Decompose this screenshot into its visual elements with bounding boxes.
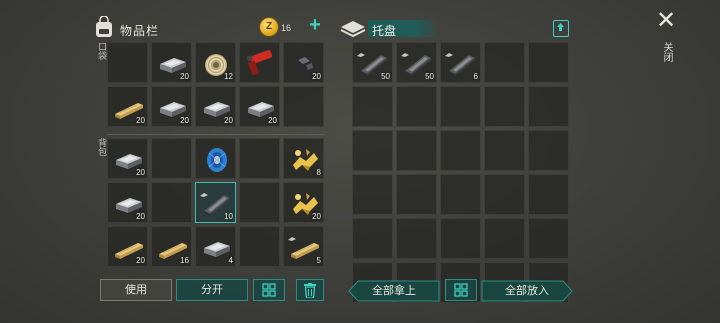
tray-slot[interactable] xyxy=(484,218,525,259)
pocket-slot[interactable]: 20 xyxy=(283,42,324,83)
tray-slot[interactable] xyxy=(484,174,525,215)
backpack-slot[interactable] xyxy=(239,182,280,223)
tray-slot[interactable] xyxy=(396,86,437,127)
grid-icon xyxy=(454,283,468,297)
item-count: 8 xyxy=(316,168,321,177)
close-icon[interactable]: ✕ xyxy=(655,9,677,33)
tray-slot[interactable] xyxy=(528,130,569,171)
item-count: 10 xyxy=(224,212,233,221)
backpack-slot[interactable]: 20 xyxy=(107,138,148,179)
item-count: 20 xyxy=(312,212,321,221)
item-count: 20 xyxy=(268,116,277,125)
tray-slot[interactable]: 50 xyxy=(396,42,437,83)
backpack-slot[interactable]: 20 xyxy=(283,182,324,223)
wire-spool-icon xyxy=(200,143,233,176)
item-count: 20 xyxy=(224,116,233,125)
tray-slot[interactable]: 50 xyxy=(352,42,393,83)
add-coins-button[interactable]: + xyxy=(306,15,324,35)
backpack-slot[interactable] xyxy=(151,182,192,223)
item-count: 20 xyxy=(180,72,189,81)
coin-icon: Z xyxy=(260,18,278,36)
tray-slot[interactable] xyxy=(528,42,569,83)
item-count: 20 xyxy=(180,116,189,125)
pocket-slot[interactable]: 20 xyxy=(151,42,192,83)
split-button[interactable]: 分开 xyxy=(176,279,248,301)
backpack-slot[interactable]: 4 xyxy=(195,226,236,267)
stack-icon xyxy=(199,185,209,197)
tray-slot[interactable] xyxy=(440,130,481,171)
backpack-slot[interactable]: 10 xyxy=(195,182,236,223)
flare-gun-icon xyxy=(244,47,277,80)
tray-slot[interactable] xyxy=(352,86,393,127)
item-count: 20 xyxy=(136,212,145,221)
stack-icon xyxy=(287,229,297,241)
tray-slot[interactable] xyxy=(440,174,481,215)
tray-slot[interactable] xyxy=(352,218,393,259)
stack-icon xyxy=(444,45,454,57)
tray-slot[interactable] xyxy=(484,86,525,127)
tray-slot[interactable] xyxy=(440,218,481,259)
item-count: 6 xyxy=(473,72,478,81)
tray-slot[interactable] xyxy=(528,218,569,259)
upload-icon[interactable] xyxy=(553,20,569,37)
pocket-slot[interactable]: 20 xyxy=(151,86,192,127)
tray-slot[interactable] xyxy=(528,174,569,215)
stack-icon xyxy=(400,45,410,57)
tray-slot[interactable]: 6 xyxy=(440,42,481,83)
pocket-slot[interactable]: 20 xyxy=(195,86,236,127)
backpack-slot[interactable]: 20 xyxy=(107,182,148,223)
stack-icon xyxy=(356,45,366,57)
pocket-slot[interactable] xyxy=(107,42,148,83)
tray-slot[interactable] xyxy=(352,130,393,171)
pocket-slot[interactable]: 12 xyxy=(195,42,236,83)
backpack-slot[interactable] xyxy=(239,226,280,267)
grid-icon xyxy=(262,283,276,297)
backpack-slot[interactable]: 20 xyxy=(107,226,148,267)
inventory-title: 物品栏 xyxy=(120,24,160,38)
item-count: 4 xyxy=(228,256,233,265)
backpack-slot[interactable]: 8 xyxy=(283,138,324,179)
tray-slot[interactable] xyxy=(396,174,437,215)
backpack-slot[interactable]: 5 xyxy=(283,226,324,267)
item-count: 50 xyxy=(381,72,390,81)
item-count: 50 xyxy=(425,72,434,81)
take-all-label: 全部拿上 xyxy=(372,285,416,297)
item-count: 20 xyxy=(136,168,145,177)
section-divider xyxy=(107,134,325,135)
trash-button[interactable] xyxy=(296,279,324,301)
item-count: 16 xyxy=(180,256,189,265)
tray-slot[interactable] xyxy=(396,218,437,259)
close-label: 关闭 xyxy=(661,42,672,62)
trash-icon xyxy=(304,283,316,299)
put-all-label: 全部放入 xyxy=(505,285,549,297)
take-all-button[interactable]: 全部拿上 xyxy=(348,280,440,302)
tray-slot[interactable] xyxy=(528,86,569,127)
pallet-icon xyxy=(340,21,366,38)
tray-title: 托盘 xyxy=(372,24,397,38)
tray-sort-grid-button[interactable] xyxy=(445,279,477,301)
backpack-icon xyxy=(96,16,112,37)
sort-grid-button[interactable] xyxy=(253,279,285,301)
tray-slot[interactable] xyxy=(484,130,525,171)
item-count: 20 xyxy=(136,116,145,125)
pocket-slot[interactable] xyxy=(283,86,324,127)
item-count: 20 xyxy=(136,256,145,265)
tray-slot[interactable] xyxy=(396,130,437,171)
pocket-slot[interactable]: 20 xyxy=(239,86,280,127)
backpack-slot[interactable] xyxy=(239,138,280,179)
item-count: 12 xyxy=(224,72,233,81)
put-all-button[interactable]: 全部放入 xyxy=(481,280,573,302)
tray-slot[interactable] xyxy=(352,174,393,215)
coin-count: 16 xyxy=(281,23,292,33)
backpack-slot[interactable] xyxy=(195,138,236,179)
backpack-slot[interactable]: 16 xyxy=(151,226,192,267)
use-button[interactable]: 使用 xyxy=(100,279,172,301)
tray-slot[interactable] xyxy=(440,86,481,127)
item-count: 5 xyxy=(316,256,321,265)
pocket-slot[interactable] xyxy=(239,42,280,83)
backpack-slot[interactable] xyxy=(151,138,192,179)
item-count: 20 xyxy=(312,72,321,81)
tray-slot[interactable] xyxy=(484,42,525,83)
pocket-slot[interactable]: 20 xyxy=(107,86,148,127)
